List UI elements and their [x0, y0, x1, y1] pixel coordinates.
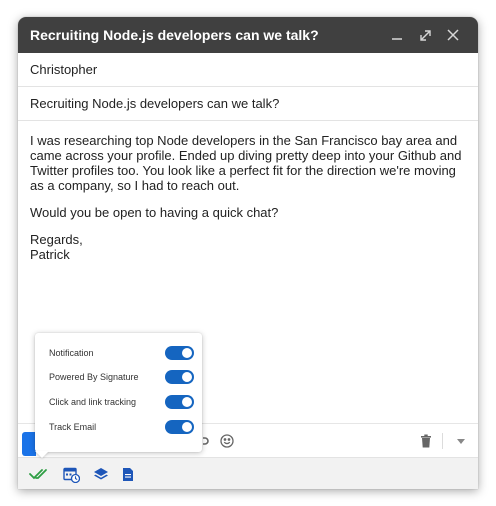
extension-bar: [18, 457, 478, 489]
option-notification: Notification: [49, 345, 194, 361]
popup-pointer: [35, 451, 49, 458]
double-check-icon[interactable]: [28, 464, 50, 484]
option-label: Notification: [49, 348, 94, 358]
body-paragraph: I was researching top Node developers in…: [30, 133, 462, 193]
option-powered-by-signature: Powered By Signature: [49, 369, 194, 385]
option-label: Track Email: [49, 422, 97, 432]
layers-icon[interactable]: [90, 464, 112, 484]
toolbar-divider: [442, 433, 443, 449]
emoji-icon[interactable]: [218, 432, 236, 450]
calendar-clock-icon[interactable]: [60, 464, 82, 484]
track-email-toggle[interactable]: [165, 420, 194, 434]
minimize-icon[interactable]: [384, 25, 410, 45]
more-options-icon[interactable]: [454, 434, 468, 448]
option-click-link-tracking: Click and link tracking: [49, 394, 194, 410]
send-button[interactable]: [22, 432, 36, 456]
body-paragraph: Would you be open to having a quick chat…: [30, 205, 279, 220]
to-field[interactable]: Christopher: [18, 53, 478, 87]
option-label: Powered By Signature: [49, 372, 139, 382]
close-icon[interactable]: [440, 25, 466, 45]
tracking-settings-popup: Notification Powered By Signature Click …: [35, 333, 202, 452]
expand-icon[interactable]: [412, 25, 438, 45]
powered-by-signature-toggle[interactable]: [165, 370, 194, 384]
trash-icon[interactable]: [418, 433, 434, 449]
body-closing: Regards,: [30, 232, 83, 247]
document-icon[interactable]: [117, 464, 139, 484]
compose-titlebar[interactable]: Recruiting Node.js developers can we tal…: [18, 17, 478, 53]
option-label: Click and link tracking: [49, 397, 137, 407]
option-track-email: Track Email: [49, 419, 194, 435]
subject-field[interactable]: Recruiting Node.js developers can we tal…: [18, 87, 478, 121]
body-signature: Patrick: [30, 247, 70, 262]
notification-toggle[interactable]: [165, 346, 194, 360]
click-link-tracking-toggle[interactable]: [165, 395, 194, 409]
compose-title: Recruiting Node.js developers can we tal…: [30, 27, 319, 43]
